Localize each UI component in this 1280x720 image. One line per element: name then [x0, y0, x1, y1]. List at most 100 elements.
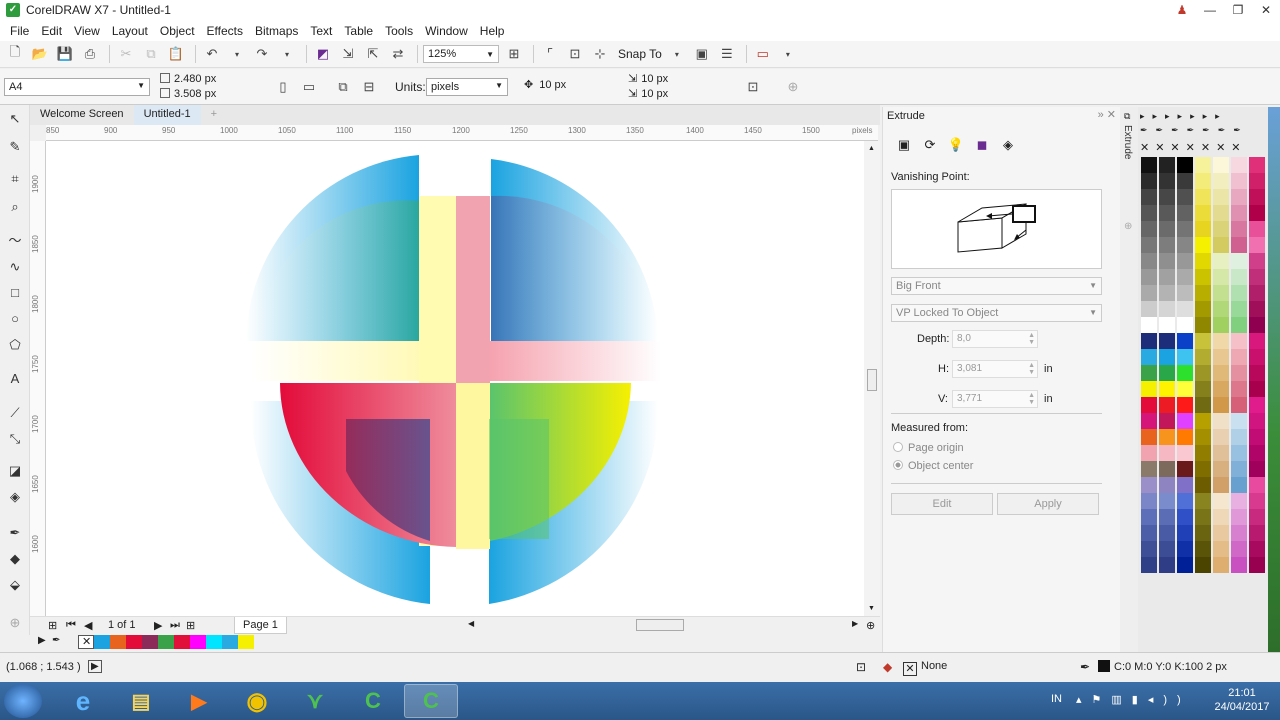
show-guidelines-icon[interactable]: ⊹: [589, 43, 611, 65]
horizontal-ruler[interactable]: 850 900 950 1000 1050 1100 1150 1200 125…: [46, 125, 878, 141]
drop-shadow-tool-icon[interactable]: ◪: [5, 461, 25, 481]
full-screen-icon[interactable]: ⊞: [503, 43, 525, 65]
add-docker-icon[interactable]: ⊕: [1124, 221, 1132, 232]
taskbar-clock[interactable]: 21:01 24/04/2017: [1212, 686, 1272, 714]
chrome-icon[interactable]: ◉: [230, 684, 284, 718]
rectangle-tool-icon[interactable]: □: [5, 283, 25, 303]
first-page-icon[interactable]: ⏮: [66, 619, 76, 632]
pick-tool-icon[interactable]: ↖: [5, 109, 25, 129]
swatch-sky[interactable]: [222, 635, 238, 649]
palette-column-7[interactable]: [1248, 157, 1266, 573]
new-document-icon[interactable]: 🗋: [4, 43, 26, 65]
swatch-magenta[interactable]: [190, 635, 206, 649]
dock-icon[interactable]: ⧉: [1124, 111, 1130, 122]
smart-fill-tool-icon[interactable]: ⬙: [5, 575, 25, 595]
swatch-orange[interactable]: [110, 635, 126, 649]
extrusion-type-select[interactable]: Big Front ▼: [891, 277, 1102, 295]
print-icon[interactable]: ⎙: [79, 43, 101, 65]
page-width-field[interactable]: 2.480 px: [160, 73, 216, 85]
spinner-icon[interactable]: ▲ ▼: [1028, 392, 1035, 406]
zoom-navigator-icon[interactable]: ⊕: [866, 619, 875, 632]
file-explorer-icon[interactable]: ▤: [114, 684, 168, 718]
swatch-cyan[interactable]: [206, 635, 222, 649]
fill-indicator[interactable]: ◆ ✕ None: [883, 660, 947, 676]
extrude-rotation-icon[interactable]: ⟳: [917, 137, 943, 155]
tab-untitled-1[interactable]: Untitled-1: [133, 105, 201, 125]
palette-column-3[interactable]: [1176, 157, 1194, 573]
depth-field[interactable]: 8,0 ▲ ▼: [952, 330, 1038, 348]
scroll-left-icon[interactable]: ◀: [468, 619, 474, 628]
redo-icon[interactable]: ↷: [251, 43, 273, 65]
open-icon[interactable]: 📂: [29, 43, 51, 65]
duplicate-x-field[interactable]: ⇲ 10 px: [628, 72, 668, 85]
duplicate-y-field[interactable]: ⇲ 10 px: [628, 87, 668, 100]
swatch-purple[interactable]: [142, 635, 158, 649]
menu-table[interactable]: Table: [338, 24, 379, 38]
extrude-side-tab[interactable]: Extrude: [1122, 125, 1133, 159]
drawing-canvas[interactable]: [46, 141, 864, 616]
palette-header-arrows[interactable]: ▸▸▸▸▸▸▸: [1140, 111, 1266, 122]
scroll-up-icon[interactable]: ▲: [868, 145, 875, 152]
extrude-color-icon[interactable]: ◼: [969, 137, 995, 155]
transparency-tool-icon[interactable]: ◈: [5, 487, 25, 507]
menu-bitmaps[interactable]: Bitmaps: [249, 24, 304, 38]
horizontal-scroll-thumb[interactable]: [636, 619, 684, 631]
page-origin-radio[interactable]: Page origin: [893, 442, 964, 454]
h-field[interactable]: 3,081 ▲ ▼: [952, 360, 1038, 378]
undo-icon[interactable]: ↶: [201, 43, 223, 65]
extrude-camera-icon[interactable]: ▣: [891, 137, 917, 155]
next-page-icon[interactable]: ▶: [154, 619, 162, 632]
copy-icon[interactable]: ⧉: [140, 43, 162, 65]
palette-column-5[interactable]: [1212, 157, 1230, 573]
application-launcher-icon[interactable]: ☰: [716, 43, 738, 65]
scroll-right-icon[interactable]: ▶: [852, 619, 858, 628]
close-button[interactable]: ✕: [1252, 0, 1280, 20]
swatch-none[interactable]: ✕: [78, 635, 94, 649]
top-left-teal-overlay[interactable]: [256, 200, 419, 341]
menu-window[interactable]: Window: [419, 24, 474, 38]
shape-tool-icon[interactable]: ✎: [5, 137, 25, 157]
vertical-ruler[interactable]: 1900 1850 1800 1750 1700 1650 1600: [30, 141, 46, 616]
nudge-distance-field[interactable]: ✥ 10 px: [524, 78, 566, 91]
zoom-tool-icon[interactable]: ⌕: [5, 197, 25, 217]
media-player-icon[interactable]: ▶: [172, 684, 226, 718]
edit-button[interactable]: Edit: [891, 493, 993, 515]
freehand-tool-icon[interactable]: 〜: [5, 231, 25, 251]
all-pages-icon[interactable]: ⧉: [332, 76, 354, 98]
add-page-icon[interactable]: ⊞: [48, 619, 57, 632]
page-tab[interactable]: Page 1: [234, 617, 287, 634]
cut-icon[interactable]: ✂: [115, 43, 137, 65]
menu-object[interactable]: Object: [154, 24, 201, 38]
chevron-down-icon[interactable]: ▾: [666, 43, 688, 65]
swatch-crimson[interactable]: [174, 635, 190, 649]
undo-dropdown-icon[interactable]: ▾: [226, 43, 248, 65]
menu-effects[interactable]: Effects: [201, 24, 249, 38]
extrude-bevel-icon[interactable]: ◈: [995, 137, 1021, 155]
menu-help[interactable]: Help: [474, 24, 511, 38]
corel-capture-icon[interactable]: ⋎: [288, 684, 342, 718]
swatch-red[interactable]: [126, 635, 142, 649]
bottom-right-green-overlay[interactable]: [489, 419, 549, 539]
publish-pdf-icon[interactable]: ⇄: [387, 43, 409, 65]
portrait-icon[interactable]: ▯: [272, 76, 294, 98]
outline-indicator[interactable]: ✒ C:0 M:0 Y:0 K:100 2 px: [1080, 660, 1227, 674]
polygon-tool-icon[interactable]: ⬠: [5, 335, 25, 355]
language-indicator[interactable]: IN: [1051, 693, 1062, 705]
show-grid-icon[interactable]: ⊡: [564, 43, 586, 65]
treat-as-filled-icon[interactable]: ⊡: [742, 76, 764, 98]
artwork[interactable]: [46, 141, 864, 616]
vertical-scroll-thumb[interactable]: [867, 369, 877, 391]
user-icon[interactable]: ♟: [1168, 0, 1196, 20]
center-yellow-strip[interactable]: [456, 383, 490, 549]
connector-tool-icon[interactable]: ⤡: [5, 429, 25, 449]
crop-tool-icon[interactable]: ⌗: [5, 169, 25, 189]
spinner-icon[interactable]: ▲ ▼: [1028, 332, 1035, 346]
menu-file[interactable]: File: [4, 24, 35, 38]
color-eyedropper-tool-icon[interactable]: ✒: [5, 523, 25, 543]
units-select[interactable]: pixels ▼: [426, 78, 508, 96]
internet-explorer-icon[interactable]: e: [56, 684, 110, 718]
start-button[interactable]: [4, 684, 42, 718]
parallel-dimension-tool-icon[interactable]: ⟋: [5, 403, 25, 423]
swatch-yellow[interactable]: [238, 635, 254, 649]
eyedropper-icon[interactable]: ✒: [52, 635, 60, 646]
